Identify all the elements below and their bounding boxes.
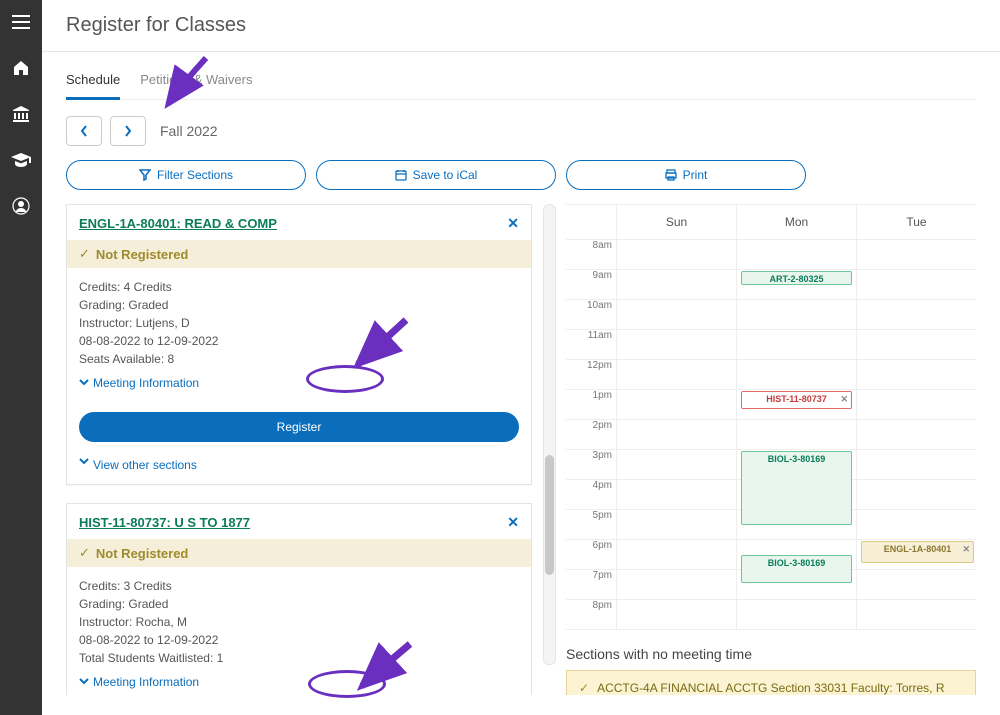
sidebar [0,0,42,715]
time-label: 11am [566,329,616,359]
meeting-info-toggle[interactable]: Meeting Information [79,673,199,691]
save-ical-button[interactable]: Save to iCal [316,160,556,190]
time-column: 8am9am10am11am12pm1pm2pm3pm4pm5pm6pm7pm8… [566,239,616,629]
filter-icon [139,169,151,181]
time-label: 8am [566,239,616,269]
print-icon [665,169,677,181]
event-engl[interactable]: ENGL-1A-80401✕ [861,541,974,563]
no-meeting-item[interactable]: ✓ ACCTG-4A FINANCIAL ACCTG Section 33031… [566,670,976,695]
term-label: Fall 2022 [160,123,218,139]
day-col-sun [616,239,736,629]
day-header-tue: Tue [856,205,976,239]
check-icon: ✓ [79,545,90,561]
no-meeting-heading: Sections with no meeting time [566,642,976,670]
course-list: ENGL-1A-80401: READ & COMP ✕ ✓ Not Regis… [66,204,536,695]
time-label: 3pm [566,449,616,479]
close-icon[interactable]: ✕ [507,514,519,531]
close-icon[interactable]: ✕ [507,215,519,232]
waitlisted: Total Students Waitlisted: 1 [79,649,519,667]
check-icon: ✓ [79,246,90,262]
filter-sections-button[interactable]: Filter Sections [66,160,306,190]
course-link[interactable]: ENGL-1A-80401: READ & COMP [79,216,277,231]
time-label: 5pm [566,509,616,539]
page-title: Register for Classes [42,0,1000,51]
column-divider[interactable] [548,204,554,695]
instructor: Instructor: Rocha, M [79,613,519,631]
time-label: 4pm [566,479,616,509]
grading: Grading: Graded [79,595,519,613]
event-biol1[interactable]: BIOL-3-80169 [741,451,852,525]
time-label: 6pm [566,539,616,569]
day-header-mon: Mon [736,205,856,239]
day-col-mon: ART-2-80325 HIST-11-80737✕ BIOL-3-80169 BIO… [736,239,856,629]
scrollbar-thumb[interactable] [545,455,554,575]
credits: Credits: 3 Credits [79,577,519,595]
check-icon: ✓ [579,681,589,695]
user-icon[interactable] [9,194,33,218]
status-text: Not Registered [96,247,188,262]
time-label: 8pm [566,599,616,629]
day-col-tue: ENGL-1A-80401✕ [856,239,976,629]
close-icon[interactable]: ✕ [962,544,970,555]
close-icon[interactable]: ✕ [840,394,848,405]
status-text: Not Registered [96,546,188,561]
course-card-engl: ENGL-1A-80401: READ & COMP ✕ ✓ Not Regis… [66,204,532,485]
print-button[interactable]: Print [566,160,806,190]
graduation-icon[interactable] [9,148,33,172]
register-button[interactable]: Register [79,412,519,442]
term-prev-button[interactable] [66,116,102,146]
term-next-button[interactable] [110,116,146,146]
instructor: Instructor: Lutjens, D [79,314,519,332]
home-icon[interactable] [9,56,33,80]
time-label: 12pm [566,359,616,389]
tab-petitions[interactable]: Petitions & Waivers [140,62,252,99]
time-label: 9am [566,269,616,299]
chevron-down-icon [79,458,89,466]
event-hist[interactable]: HIST-11-80737✕ [741,391,852,409]
seats: Seats Available: 8 [79,350,519,368]
chevron-down-icon [79,678,89,686]
calendar-panel: Sun Mon Tue 8am9am10am11am12pm1pm2pm3pm4… [566,204,976,695]
hamburger-icon[interactable] [9,10,33,34]
tabs: Schedule Petitions & Waivers [66,62,976,100]
meeting-info-toggle[interactable]: Meeting Information [79,374,199,392]
tab-schedule[interactable]: Schedule [66,62,120,100]
view-other-sections[interactable]: View other sections [67,450,209,484]
chevron-down-icon [79,379,89,387]
dates: 08-08-2022 to 12-09-2022 [79,631,519,649]
course-card-hist: HIST-11-80737: U S TO 1877 ✕ ✓ Not Regis… [66,503,532,695]
time-label: 10am [566,299,616,329]
institution-icon[interactable] [9,102,33,126]
day-header-sun: Sun [616,205,736,239]
event-art[interactable]: ART-2-80325 [741,271,852,285]
calendar-icon [395,169,407,181]
grading: Grading: Graded [79,296,519,314]
dates: 08-08-2022 to 12-09-2022 [79,332,519,350]
credits: Credits: 4 Credits [79,278,519,296]
scrollbar[interactable] [543,204,556,665]
event-biol2[interactable]: BIOL-3-80169 [741,555,852,583]
course-link[interactable]: HIST-11-80737: U S TO 1877 [79,515,250,530]
time-label: 1pm [566,389,616,419]
time-label: 7pm [566,569,616,599]
time-label: 2pm [566,419,616,449]
